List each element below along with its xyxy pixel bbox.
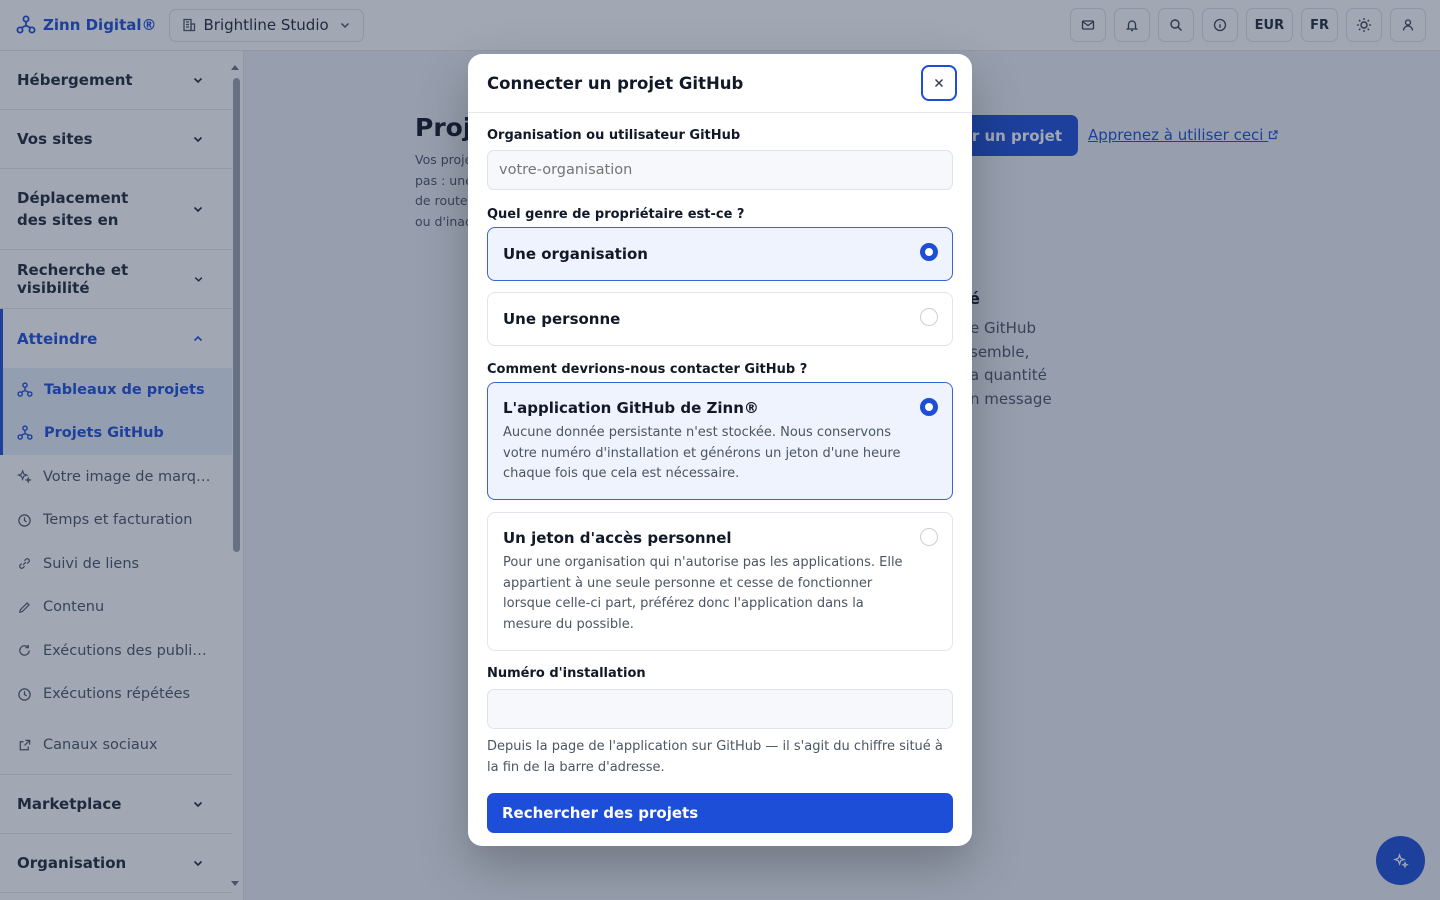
install-hint: Depuis la page de l'application sur GitH… bbox=[487, 739, 943, 775]
option-description: Pour une organisation qui n'autorise pas… bbox=[503, 555, 903, 632]
owner-question: Quel genre de propriétaire est-ce ? bbox=[487, 207, 745, 222]
install-label: Numéro d'installation bbox=[487, 666, 646, 681]
close-icon bbox=[934, 78, 944, 88]
option-label: L'application GitHub de Zinn® bbox=[503, 399, 759, 417]
connect-github-dialog: Connecter un projet GitHub Organisation … bbox=[468, 54, 972, 846]
org-label: Organisation ou utilisateur GitHub bbox=[487, 128, 741, 143]
owner-option-organisation[interactable]: Une organisation bbox=[487, 227, 953, 281]
org-input[interactable] bbox=[487, 150, 953, 190]
option-label: Un jeton d'accès personnel bbox=[503, 529, 732, 547]
option-description: Aucune donnée persistante n'est stockée.… bbox=[503, 425, 901, 481]
search-projects-button[interactable]: Rechercher des projets bbox=[487, 793, 953, 833]
close-button[interactable] bbox=[921, 65, 957, 101]
radio-selected[interactable] bbox=[920, 398, 938, 416]
dialog-title: Connecter un projet GitHub bbox=[487, 73, 744, 93]
radio-selected[interactable] bbox=[920, 243, 938, 261]
radio-unselected[interactable] bbox=[920, 528, 938, 546]
option-label: Une organisation bbox=[503, 245, 648, 263]
option-label: Une personne bbox=[503, 310, 621, 328]
contact-question: Comment devrions-nous contacter GitHub ? bbox=[487, 362, 808, 377]
contact-option-token[interactable]: Un jeton d'accès personnel Pour une orga… bbox=[487, 512, 953, 651]
install-number-input[interactable] bbox=[487, 689, 953, 729]
radio-unselected[interactable] bbox=[920, 308, 938, 326]
contact-option-app[interactable]: L'application GitHub de Zinn® Aucune don… bbox=[487, 382, 953, 500]
owner-option-personne[interactable]: Une personne bbox=[487, 292, 953, 346]
